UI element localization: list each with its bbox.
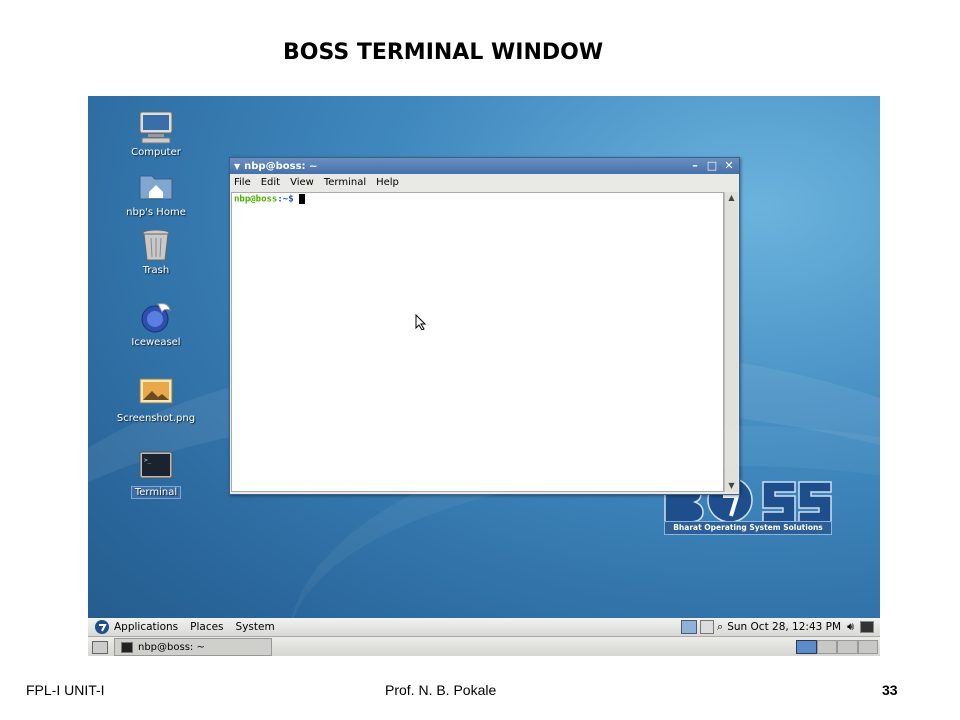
window-menu-icon[interactable]: ▼	[234, 162, 240, 171]
maximize-icon[interactable]: □	[706, 160, 718, 172]
taskbar-button-label: nbp@boss: ~	[138, 641, 205, 653]
workspace-switcher[interactable]	[796, 640, 878, 654]
footer-page-number: 33	[882, 682, 898, 698]
svg-text:>_: >_	[144, 457, 152, 464]
text-cursor	[299, 194, 306, 204]
desktop-icon-label: Terminal	[106, 486, 206, 499]
terminal-menubar: File Edit View Terminal Help	[230, 174, 739, 191]
menu-file[interactable]: File	[234, 177, 251, 188]
taskbar-button-terminal[interactable]: nbp@boss: ~	[114, 638, 272, 656]
menu-terminal[interactable]: Terminal	[324, 177, 366, 188]
computer-icon	[136, 110, 176, 144]
desktop-icon-iceweasel[interactable]: Iceweasel	[106, 300, 206, 348]
shell-prompt: nbp@boss:~$	[232, 193, 723, 206]
desktop-icon-home[interactable]: nbp's Home	[106, 170, 206, 218]
prompt-user: nbp@boss	[234, 194, 278, 205]
desktop-icon-trash[interactable]: Trash	[106, 228, 206, 276]
desktop-icon-computer[interactable]: Computer	[106, 110, 206, 158]
menu-edit[interactable]: Edit	[261, 177, 280, 188]
slide-title: BOSS TERMINAL WINDOW	[283, 40, 604, 65]
minimize-icon[interactable]: –	[689, 160, 701, 172]
desktop-icon-terminal[interactable]: >_ Terminal	[106, 450, 206, 499]
home-folder-icon	[136, 170, 176, 204]
bottom-panel: nbp@boss: ~	[88, 636, 880, 656]
top-panel: Applications Places System ⌕ Sun Oct 28,…	[88, 618, 880, 636]
desktop-icon-label: Iceweasel	[131, 337, 181, 348]
footer-author: Prof. N. B. Pokale	[385, 682, 497, 698]
display-icon[interactable]	[860, 621, 874, 633]
menu-view[interactable]: View	[290, 177, 314, 188]
footer-left: FPL-I UNIT-I	[26, 682, 105, 698]
menu-help[interactable]: Help	[376, 177, 399, 188]
image-file-icon	[136, 376, 176, 410]
scroll-down-icon[interactable]: ▼	[725, 480, 738, 492]
volume-icon[interactable]: 🔊︎	[847, 620, 854, 634]
prompt-path: :~$	[277, 194, 294, 205]
terminal-titlebar[interactable]: ▼ nbp@boss: ~ – □ ✕	[230, 158, 739, 174]
mouse-pointer-icon	[415, 314, 427, 330]
terminal-text-area[interactable]: nbp@boss:~$	[231, 192, 724, 492]
desktop-icon-label: Trash	[142, 265, 170, 276]
workspace-4[interactable]	[857, 640, 878, 654]
terminal-window[interactable]: ▼ nbp@boss: ~ – □ ✕ File Edit View Termi…	[229, 157, 740, 495]
iceweasel-icon	[136, 300, 176, 334]
terminal-title: nbp@boss: ~	[244, 160, 318, 172]
terminal-icon: >_	[136, 450, 176, 484]
terminal-small-icon	[121, 641, 133, 653]
desktop-icon-screenshot[interactable]: Screenshot.png	[106, 376, 206, 424]
desktop-icon-label: Computer	[131, 147, 181, 158]
desktop-icon-label: Screenshot.png	[116, 413, 196, 424]
network-icon[interactable]	[681, 620, 698, 634]
scroll-up-icon[interactable]: ▲	[725, 192, 738, 204]
keyboard-icon[interactable]	[700, 620, 715, 634]
clock[interactable]: Sun Oct 28, 12:43 PM	[727, 621, 841, 633]
close-icon[interactable]: ✕	[723, 160, 735, 172]
menu-places[interactable]: Places	[190, 621, 223, 633]
boss-logo-band: Bharat Operating System Solutions	[664, 521, 832, 535]
menu-applications[interactable]: Applications	[114, 621, 178, 633]
boss-logo	[663, 472, 833, 538]
desktop-screenshot: Computer nbp's Home Trash Iceweasel Scre…	[88, 96, 880, 656]
desktop-icon-label: nbp's Home	[126, 207, 186, 218]
menu-system[interactable]: System	[236, 621, 275, 633]
search-icon[interactable]: ⌕	[717, 620, 723, 634]
workspace-3[interactable]	[837, 640, 858, 654]
workspace-2[interactable]	[816, 640, 837, 654]
workspace-1[interactable]	[796, 640, 817, 654]
boss-menu-icon[interactable]	[94, 619, 110, 635]
trash-icon	[136, 228, 176, 262]
show-desktop-icon[interactable]	[92, 641, 108, 654]
terminal-scrollbar[interactable]: ▲ ▼	[724, 192, 738, 492]
